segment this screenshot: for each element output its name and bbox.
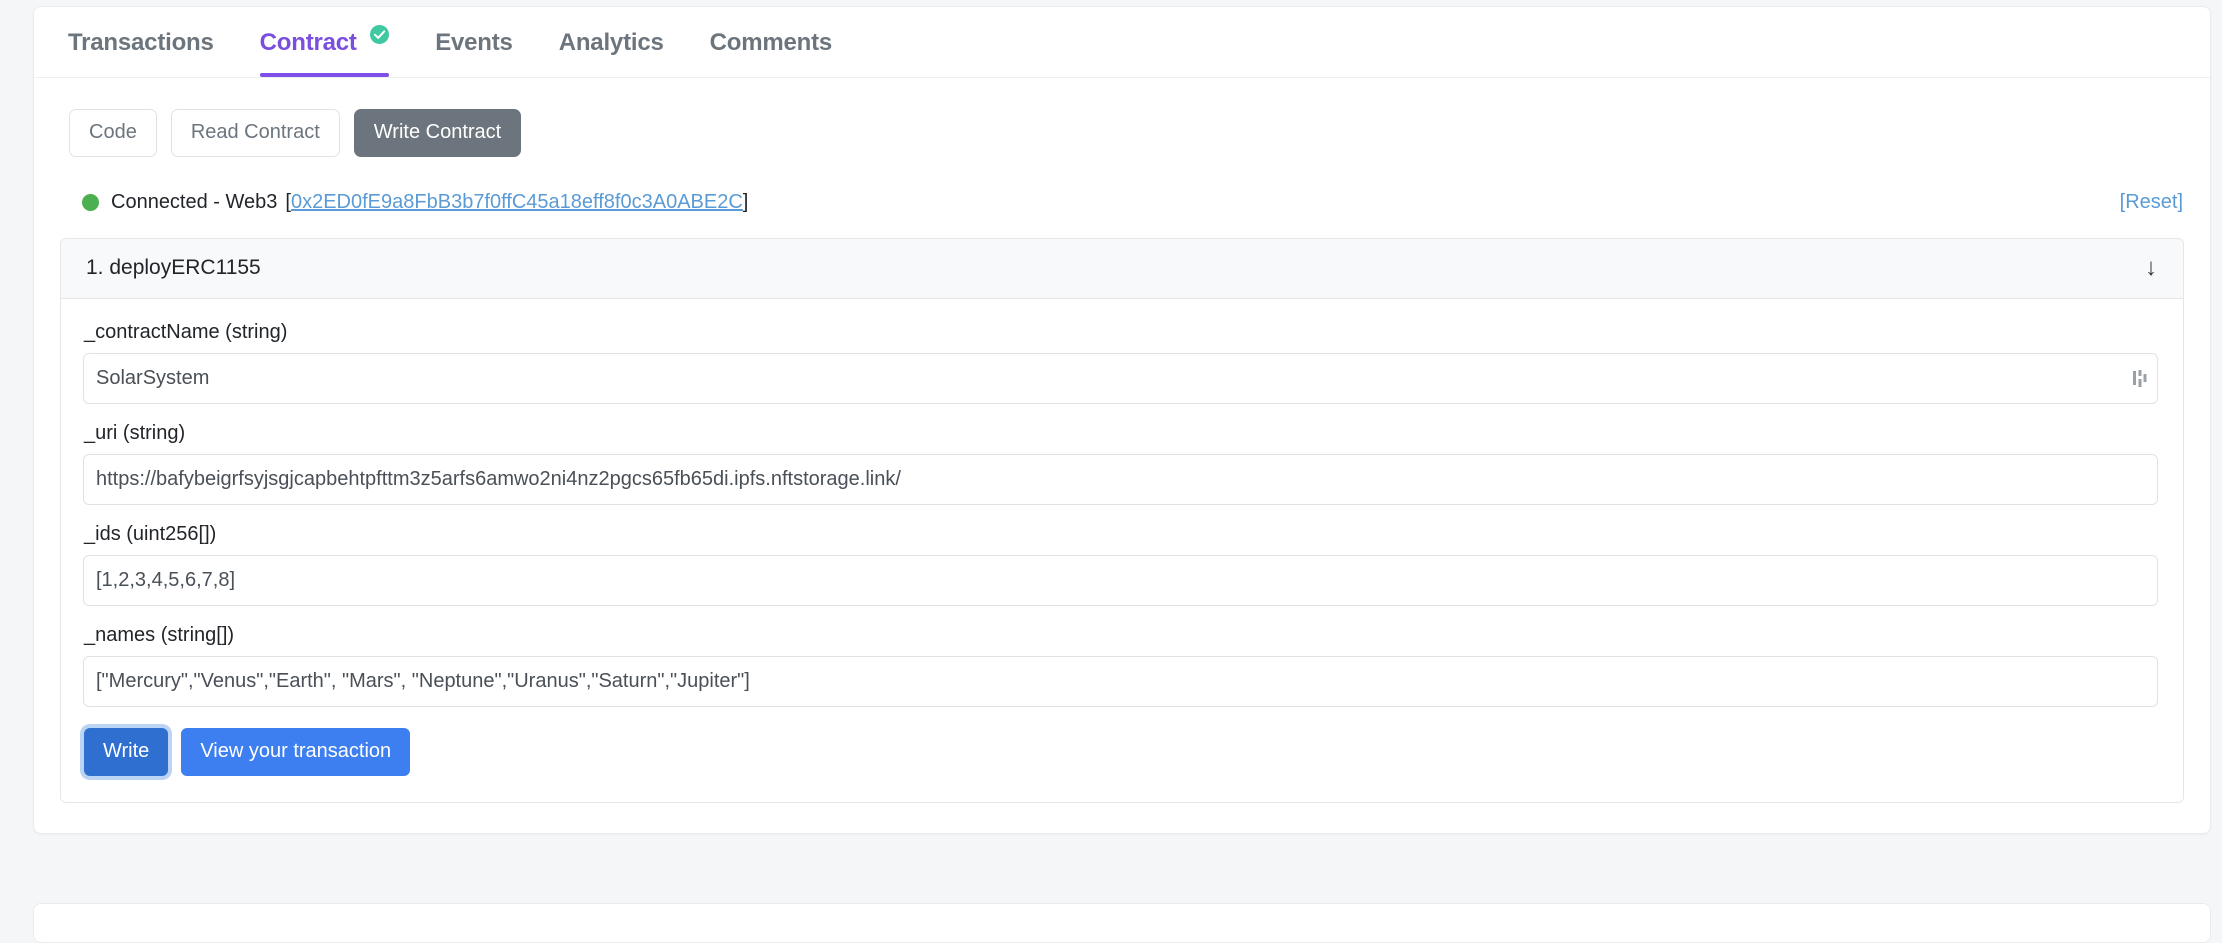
bracket-close: ] — [743, 191, 749, 214]
connection-status-text: Connected - Web3 — [111, 191, 277, 214]
field-uri: _uri (string) — [83, 422, 2158, 505]
function-accordion-header[interactable]: 1. deployERC1155 ↓ — [61, 239, 2183, 299]
field-contract-name: _contractName (string) — [83, 321, 2158, 404]
tab-contract-label: Contract — [260, 29, 357, 56]
names-input[interactable] — [83, 656, 2158, 707]
page-root: Transactions Contract Events Analytics C… — [0, 0, 2222, 934]
field-contract-name-input-wrap — [83, 353, 2158, 404]
view-transaction-button[interactable]: View your transaction — [181, 728, 410, 776]
tab-analytics-label: Analytics — [559, 29, 664, 56]
ids-input[interactable] — [83, 555, 2158, 606]
tab-comments-label: Comments — [710, 29, 832, 56]
field-uri-label: _uri (string) — [84, 422, 2158, 445]
write-button[interactable]: Write — [84, 728, 168, 776]
field-uri-input-wrap — [83, 454, 2158, 505]
tab-transactions-label: Transactions — [68, 29, 214, 56]
main-tab-bar: Transactions Contract Events Analytics C… — [34, 7, 2210, 78]
function-accordion-body: _contractName (string) — [61, 299, 2183, 802]
write-contract-button[interactable]: Write Contract — [354, 109, 521, 157]
code-button[interactable]: Code — [69, 109, 157, 157]
contract-subnav: Code Read Contract Write Contract — [34, 78, 2210, 157]
tab-contract[interactable]: Contract — [260, 29, 390, 77]
field-ids-label: _ids (uint256[]) — [84, 523, 2158, 546]
read-contract-button[interactable]: Read Contract — [171, 109, 340, 157]
tab-transactions[interactable]: Transactions — [68, 29, 214, 77]
field-contract-name-label: _contractName (string) — [84, 321, 2158, 344]
next-function-card — [33, 903, 2211, 943]
contract-card: Transactions Contract Events Analytics C… — [33, 6, 2211, 834]
field-names: _names (string[]) — [83, 624, 2158, 707]
field-names-label: _names (string[]) — [84, 624, 2158, 647]
function-actions: Write View your transaction — [84, 728, 2158, 776]
connected-address-link[interactable]: 0x2ED0fE9a8FbB3b7f0ffC45a18eff8f0c3A0ABE… — [291, 191, 743, 214]
uri-input[interactable] — [83, 454, 2158, 505]
verified-check-icon — [370, 23, 389, 51]
tab-events-label: Events — [435, 29, 513, 56]
connection-row: Connected - Web3 [ 0x2ED0fE9a8FbB3b7f0ff… — [34, 157, 2210, 214]
connection-status: Connected - Web3 [ 0x2ED0fE9a8FbB3b7f0ff… — [82, 191, 748, 214]
tab-comments[interactable]: Comments — [710, 29, 832, 77]
connected-status-dot-icon — [82, 194, 99, 211]
tab-analytics[interactable]: Analytics — [559, 29, 664, 77]
contract-name-input[interactable] — [83, 353, 2158, 404]
field-ids-input-wrap — [83, 555, 2158, 606]
arrow-down-icon[interactable]: ↓ — [2145, 256, 2161, 280]
field-ids: _ids (uint256[]) — [83, 523, 2158, 606]
reset-link[interactable]: [Reset] — [2120, 191, 2183, 214]
function-title: 1. deployERC1155 — [86, 256, 261, 280]
field-names-input-wrap — [83, 656, 2158, 707]
tab-events[interactable]: Events — [435, 29, 513, 77]
function-accordion: 1. deployERC1155 ↓ _contractName (string… — [60, 238, 2184, 803]
